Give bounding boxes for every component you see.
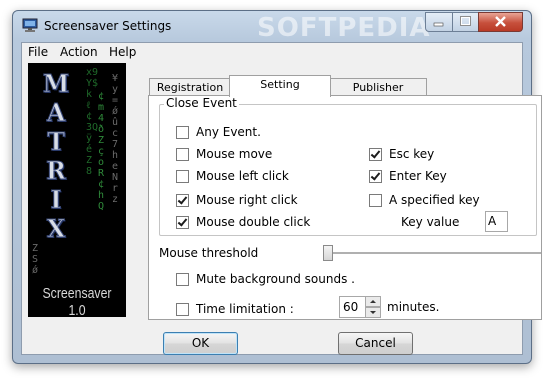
any-event-checkbox[interactable]: Any Event. xyxy=(176,124,261,140)
close-icon xyxy=(495,16,506,27)
spin-up-icon[interactable] xyxy=(365,296,381,307)
close-event-label: Close Event xyxy=(164,96,239,110)
menu-help[interactable]: Help xyxy=(109,45,136,59)
setting-panel: Close Event Any Event. Mouse move Mouse … xyxy=(148,95,542,320)
key-value-input[interactable]: A xyxy=(485,211,508,232)
checkbox-label: Mouse double click xyxy=(196,215,311,229)
mute-sounds-checkbox[interactable]: Mute background sounds . xyxy=(176,271,355,287)
checkbox-label: A specified key xyxy=(389,193,480,207)
title-bar[interactable]: Screensaver Settings SOFTPEDIA xyxy=(13,11,531,43)
checkbox-label: Mouse move xyxy=(196,147,273,161)
code-rain: ¢ m 4 ð Zç o R ¢ h Q xyxy=(98,91,105,212)
matrix-banner: x9 Y$ k ℓ ¢ 3Q ÿ é Z 8 ¢ m 4 ð Zç o R ¢ h Q ¥ y = ǿ û c 7 h e Nr z Z… xyxy=(28,63,126,317)
checkbox-label: Esc key xyxy=(389,147,435,161)
watermark-text: SOFTPEDIA xyxy=(257,13,431,43)
key-value-label: Key value xyxy=(401,215,460,229)
code-rain: ¥ y = ǿ û c 7 h e Nr z xyxy=(112,73,119,205)
time-limitation-checkbox[interactable]: Time limitation : xyxy=(176,301,294,317)
banner-caption: Screensaver 1.0 xyxy=(42,285,112,317)
tab-setting[interactable]: Setting xyxy=(229,75,331,97)
menu-file[interactable]: File xyxy=(28,45,48,59)
checkbox-label: Mute background sounds . xyxy=(196,272,355,286)
checkbox-box-checked xyxy=(176,215,189,229)
esc-key-checkbox[interactable]: Esc key xyxy=(369,146,434,162)
code-rain: ZSǿ xyxy=(32,243,39,276)
mouse-threshold-slider-thumb[interactable] xyxy=(323,245,333,261)
logo-letter: A xyxy=(46,98,66,128)
cancel-button[interactable]: Cancel xyxy=(338,332,413,355)
spin-down-icon[interactable] xyxy=(365,307,381,318)
mouse-threshold-label: Mouse threshold xyxy=(159,246,259,260)
maximize-icon xyxy=(460,16,471,26)
checkbox-box xyxy=(176,147,189,161)
checkbox-box-checked xyxy=(369,147,382,161)
time-limit-spinner[interactable] xyxy=(365,296,381,318)
logo-letter: M xyxy=(42,69,70,99)
checkbox-label: Enter Key xyxy=(389,169,447,183)
mouse-double-click-checkbox[interactable]: Mouse double click xyxy=(176,214,310,230)
logo-letter: X xyxy=(46,214,66,244)
window-title: Screensaver Settings xyxy=(44,19,172,33)
mouse-right-click-checkbox[interactable]: Mouse right click xyxy=(176,192,298,208)
client-area: File Action Help x9 Y$ k ℓ ¢ 3Q ÿ é Z 8 ¢ m 4 ð Zç o R ¢… xyxy=(21,42,542,355)
checkbox-box xyxy=(176,302,189,316)
minimize-button[interactable] xyxy=(425,12,453,32)
checkbox-box xyxy=(176,125,189,139)
checkbox-box-checked xyxy=(369,169,382,183)
close-button[interactable] xyxy=(478,12,523,32)
mouse-threshold-slider-track[interactable] xyxy=(327,252,541,255)
minimize-icon xyxy=(433,22,444,27)
logo-letter: T xyxy=(47,127,66,157)
checkbox-label: Time limitation : xyxy=(196,302,294,316)
settings-window: Screensaver Settings SOFTPEDIA File Acti… xyxy=(12,10,542,364)
maximize-button[interactable] xyxy=(452,12,479,32)
checkbox-box xyxy=(176,272,189,286)
menu-action[interactable]: Action xyxy=(60,45,98,59)
matrix-logo: M A T R I X xyxy=(36,69,76,244)
checkbox-box xyxy=(176,169,189,183)
monitor-icon xyxy=(22,18,38,32)
enter-key-checkbox[interactable]: Enter Key xyxy=(369,168,447,184)
code-rain: x9 Y$ k ℓ ¢ 3Q ÿ é Z 8 xyxy=(86,67,99,177)
checkbox-box-checked xyxy=(176,193,189,207)
checkbox-box xyxy=(369,193,382,207)
checkbox-label: Any Event. xyxy=(196,125,261,139)
mouse-move-checkbox[interactable]: Mouse move xyxy=(176,146,272,162)
specified-key-checkbox[interactable]: A specified key xyxy=(369,192,480,208)
mouse-left-click-checkbox[interactable]: Mouse left click xyxy=(176,168,289,184)
ok-button[interactable]: OK xyxy=(163,332,238,355)
minutes-label: minutes. xyxy=(387,300,440,314)
menu-bar: File Action Help xyxy=(22,43,522,62)
time-limit-input[interactable]: 60 xyxy=(339,296,366,318)
checkbox-label: Mouse right click xyxy=(196,193,298,207)
checkbox-label: Mouse left click xyxy=(196,169,289,183)
logo-letter: R xyxy=(46,156,67,186)
logo-letter: I xyxy=(50,185,62,215)
